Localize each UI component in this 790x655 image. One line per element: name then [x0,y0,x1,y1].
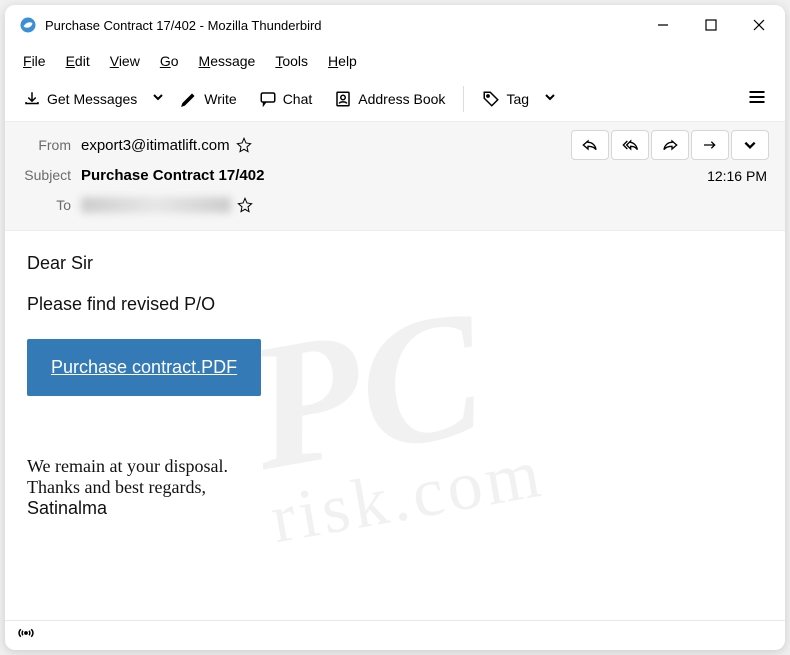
subject-value: Purchase Contract 17/402 [81,167,264,184]
get-messages-button[interactable]: Get Messages [13,84,147,114]
chat-icon [259,90,277,108]
menu-message[interactable]: Message [191,49,264,73]
message-actions [571,130,769,160]
maximize-button[interactable] [687,6,735,44]
window-title: Purchase Contract 17/402 - Mozilla Thund… [45,18,322,33]
forward-button[interactable] [651,130,689,160]
tag-icon [482,90,500,108]
app-window: Purchase Contract 17/402 - Mozilla Thund… [5,5,785,650]
body-line-1: Please find revised P/O [27,294,763,315]
hamburger-icon [747,87,767,107]
subject-label: Subject [21,167,81,183]
closing-block: We remain at your disposal. Thanks and b… [27,456,763,498]
to-value[interactable] [81,197,253,213]
download-icon [23,90,41,108]
chat-button[interactable]: Chat [249,84,323,114]
menu-go[interactable]: Go [152,49,187,73]
from-value[interactable]: export3@itimatlift.com [81,137,252,154]
pencil-icon [180,90,198,108]
reply-all-button[interactable] [611,130,649,160]
menu-file[interactable]: File [15,49,54,73]
attachment-link[interactable]: Purchase contract.PDF [27,339,261,396]
menubar: File Edit View Go Message Tools Help [5,45,785,77]
star-icon[interactable] [236,137,252,153]
message-body: Dear Sir Please find revised P/O Purchas… [5,231,785,620]
close-button[interactable] [735,6,783,44]
body-greeting: Dear Sir [27,253,763,274]
from-label: From [21,137,81,153]
star-icon[interactable] [237,197,253,213]
statusbar [5,620,785,650]
reply-button[interactable] [571,130,609,160]
menu-edit[interactable]: Edit [58,49,98,73]
address-book-icon [334,90,352,108]
tag-button[interactable]: Tag [472,84,539,114]
to-label: To [21,197,81,213]
address-book-button[interactable]: Address Book [324,84,455,114]
toolbar: Get Messages Write Chat Address Book Tag [5,77,785,121]
menu-help[interactable]: Help [320,49,365,73]
broadcast-icon[interactable] [17,624,35,647]
message-time: 12:16 PM [707,168,767,184]
message-header: From export3@itimatlift.com Subject Purc… [5,121,785,231]
more-actions-button[interactable] [731,130,769,160]
app-menu-button[interactable] [737,81,777,118]
tag-dropdown[interactable] [540,84,560,114]
thunderbird-icon [19,16,37,34]
minimize-button[interactable] [639,6,687,44]
menu-view[interactable]: View [102,49,148,73]
watermark: PC risk.com [5,231,785,620]
menu-tools[interactable]: Tools [267,49,316,73]
signature-name: Satinalma [27,498,763,519]
titlebar: Purchase Contract 17/402 - Mozilla Thund… [5,5,785,45]
redirect-button[interactable] [691,130,729,160]
toolbar-separator [463,86,464,112]
get-messages-dropdown[interactable] [148,84,168,114]
write-button[interactable]: Write [170,84,246,114]
to-redacted [81,197,231,213]
